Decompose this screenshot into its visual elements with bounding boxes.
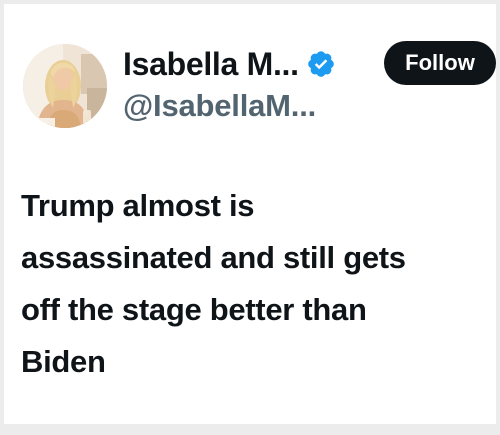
tweet-text-line: Trump almost is: [21, 188, 255, 223]
tweet-text-line: Biden: [21, 344, 106, 379]
display-name[interactable]: Isabella M...: [123, 45, 299, 83]
tweet-text: Trump almost is assassinated and still g…: [21, 180, 491, 388]
name-row: Isabella M...: [123, 45, 336, 83]
tweet-text-line: off the stage better than: [21, 292, 367, 327]
follow-button[interactable]: Follow: [384, 41, 496, 85]
tweet-card: Isabella M... @IsabellaM... Follow Trump…: [4, 4, 496, 424]
verified-badge-icon: [306, 49, 336, 79]
profile-avatar[interactable]: [23, 44, 107, 128]
avatar-photo: [23, 44, 107, 128]
tweet-text-line: assassinated and still gets: [21, 240, 406, 275]
user-handle[interactable]: @IsabellaM...: [123, 88, 316, 124]
